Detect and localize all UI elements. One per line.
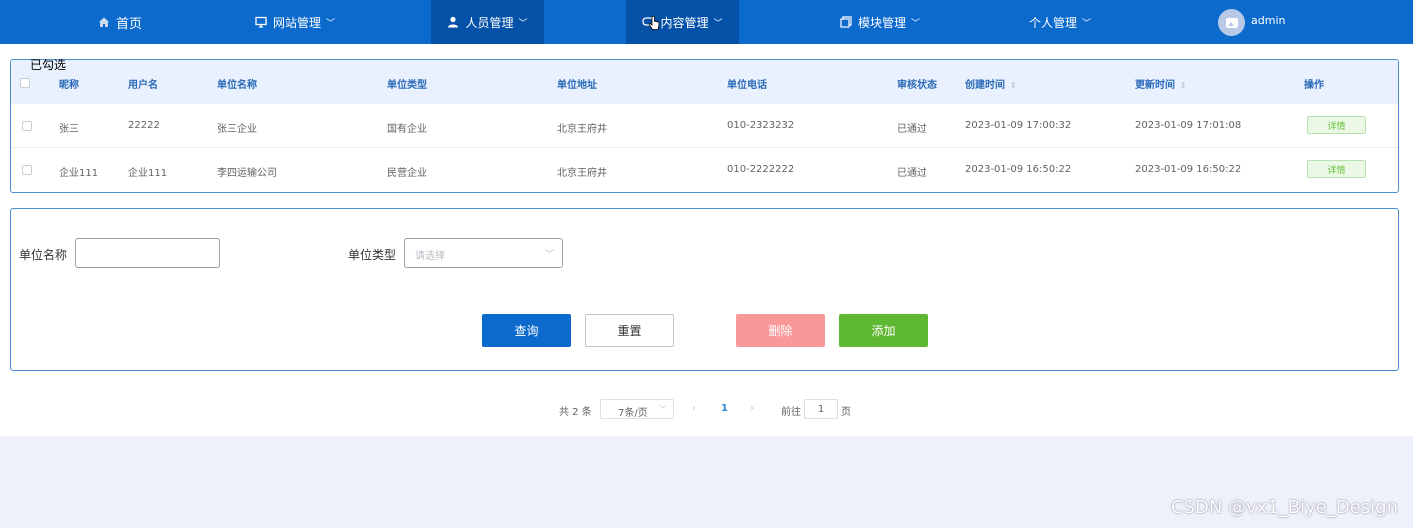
cell-review-status: 已通过 — [897, 124, 927, 135]
cell-updated-time: 2023-01-09 17:01:08 — [1135, 120, 1242, 131]
header-username: 用户名 — [128, 80, 158, 91]
chevron-down-icon: ﹀ — [911, 18, 921, 29]
nav-home-label: 首页 — [115, 16, 142, 32]
page-size-select[interactable]: 7条/页 ﹀ — [600, 399, 674, 419]
hand-cursor-icon — [648, 16, 660, 30]
cell-unit-type: 民营企业 — [387, 168, 427, 179]
goto-suffix: 页 — [841, 407, 851, 418]
goto-prefix: 前往 — [781, 407, 801, 418]
table-row: 张三 22222 张三企业 国有企业 北京王府井 010-2323232 已通过… — [11, 104, 1398, 148]
row-checkbox[interactable] — [22, 165, 32, 175]
chevron-down-icon: ﹀ — [518, 18, 528, 29]
unit-name-label: 单位名称 — [19, 248, 68, 262]
unit-type-label: 单位类型 — [348, 248, 397, 262]
header-nickname: 昵称 — [59, 80, 79, 91]
header-unit-name: 单位名称 — [217, 80, 257, 91]
nav-personal-label: 个人管理 — [1028, 15, 1077, 30]
unit-name-input[interactable] — [75, 238, 220, 268]
selected-tag-text: 已勾选 — [30, 58, 67, 72]
cell-created-time: 2023-01-09 17:00:32 — [965, 120, 1072, 131]
header-unit-type: 单位类型 — [387, 80, 427, 91]
cell-review-status: 已通过 — [897, 168, 927, 179]
cell-unit-name: 张三企业 — [217, 124, 257, 135]
cell-unit-address: 北京王府井 — [557, 168, 607, 179]
row-checkbox[interactable] — [22, 121, 32, 131]
table-header: 昵称 用户名 单位名称 单位类型 单位地址 单位电话 审核状态 创建时间 ⇕ 更新… — [11, 60, 1398, 104]
image-icon — [1225, 17, 1238, 28]
nav-home[interactable]: 首页 — [70, 0, 170, 44]
table-row: 企业111 企业111 李四运输公司 民营企业 北京王府井 010-222222… — [11, 148, 1398, 192]
chevron-down-icon: ﹀ — [659, 405, 667, 414]
top-nav: 首页 网站管理 ﹀ 人员管理 ﹀ 内容管理 ﹀ 模块管理 ﹀ 个人管理 ﹀ ad… — [0, 0, 1413, 44]
delete-button[interactable]: 删除 — [736, 314, 825, 347]
goto-page-input[interactable]: 1 — [804, 399, 838, 419]
chevron-down-icon: ﹀ — [544, 250, 554, 260]
cell-username: 企业111 — [128, 168, 168, 179]
nav-people-label: 人员管理 — [465, 15, 514, 30]
cell-created-time: 2023-01-09 16:50:22 — [965, 164, 1072, 175]
user-icon — [448, 16, 459, 28]
cell-nickname: 张三 — [59, 124, 79, 135]
select-all-checkbox[interactable] — [20, 78, 30, 88]
add-button[interactable]: 添加 — [839, 314, 928, 347]
header-unit-phone: 单位电话 — [727, 80, 767, 91]
prev-page-icon[interactable]: ‹ — [692, 403, 696, 414]
header-review-status: 审核状态 — [897, 80, 937, 91]
monitor-icon — [255, 16, 267, 28]
sort-icon[interactable]: ⇕ — [1010, 81, 1017, 90]
chevron-down-icon: ﹀ — [713, 18, 723, 29]
user-name[interactable]: admin — [1251, 14, 1285, 27]
page-number[interactable]: 1 — [721, 403, 728, 414]
avatar[interactable] — [1218, 9, 1245, 36]
cell-unit-address: 北京王府井 — [557, 124, 607, 135]
reset-button[interactable]: 重置 — [585, 314, 674, 347]
home-icon — [98, 17, 109, 27]
cell-unit-phone: 010-2222222 — [727, 164, 795, 175]
next-page-icon[interactable]: › — [750, 403, 754, 414]
header-created-label: 创建时间 — [965, 80, 1005, 91]
sort-icon[interactable]: ⇕ — [1180, 81, 1187, 90]
cell-updated-time: 2023-01-09 16:50:22 — [1135, 164, 1242, 175]
cell-username: 22222 — [128, 120, 160, 131]
header-updated-label: 更新时间 — [1135, 80, 1175, 91]
data-table: 昵称 用户名 单位名称 单位类型 单位地址 单位电话 审核状态 创建时间 ⇕ 更新… — [10, 59, 1399, 193]
nav-content-label: 内容管理 — [660, 15, 709, 30]
header-updated-time[interactable]: 更新时间 ⇕ — [1135, 76, 1187, 91]
detail-button[interactable]: 详情 — [1307, 160, 1366, 178]
nav-website-label: 网站管理 — [272, 15, 321, 30]
header-action: 操作 — [1304, 80, 1324, 91]
nav-module[interactable]: 模块管理 ﹀ — [825, 0, 935, 44]
search-panel: 单位名称 单位类型 请选择 ﹀ 查询 重置 删除 添加 — [10, 208, 1399, 371]
nav-content[interactable]: 内容管理 ﹀ — [626, 0, 739, 44]
cell-unit-type: 国有企业 — [387, 124, 427, 135]
chevron-down-icon: ﹀ — [1082, 18, 1092, 29]
copy-icon — [840, 16, 852, 28]
nav-website[interactable]: 网站管理 ﹀ — [240, 0, 350, 44]
cell-unit-name: 李四运输公司 — [217, 168, 277, 179]
nav-people[interactable]: 人员管理 ﹀ — [431, 0, 544, 44]
unit-type-placeholder: 请选择 — [415, 251, 445, 262]
unit-type-select[interactable]: 请选择 ﹀ — [404, 238, 563, 268]
cell-unit-phone: 010-2323232 — [727, 120, 795, 131]
header-created-time[interactable]: 创建时间 ⇕ — [965, 76, 1017, 91]
detail-button[interactable]: 详情 — [1307, 116, 1366, 134]
nav-personal[interactable]: 个人管理 ﹀ — [1010, 0, 1110, 44]
header-unit-address: 单位地址 — [557, 80, 597, 91]
chevron-down-icon: ﹀ — [326, 18, 336, 29]
page-size-value: 7条/页 — [618, 408, 648, 419]
watermark-text: CSDN @vx1_Biye_Design — [1170, 497, 1398, 518]
cell-nickname: 企业111 — [59, 168, 99, 179]
nav-module-label: 模块管理 — [857, 15, 906, 30]
query-button[interactable]: 查询 — [482, 314, 571, 347]
pagination-total: 共 2 条 — [559, 407, 592, 418]
